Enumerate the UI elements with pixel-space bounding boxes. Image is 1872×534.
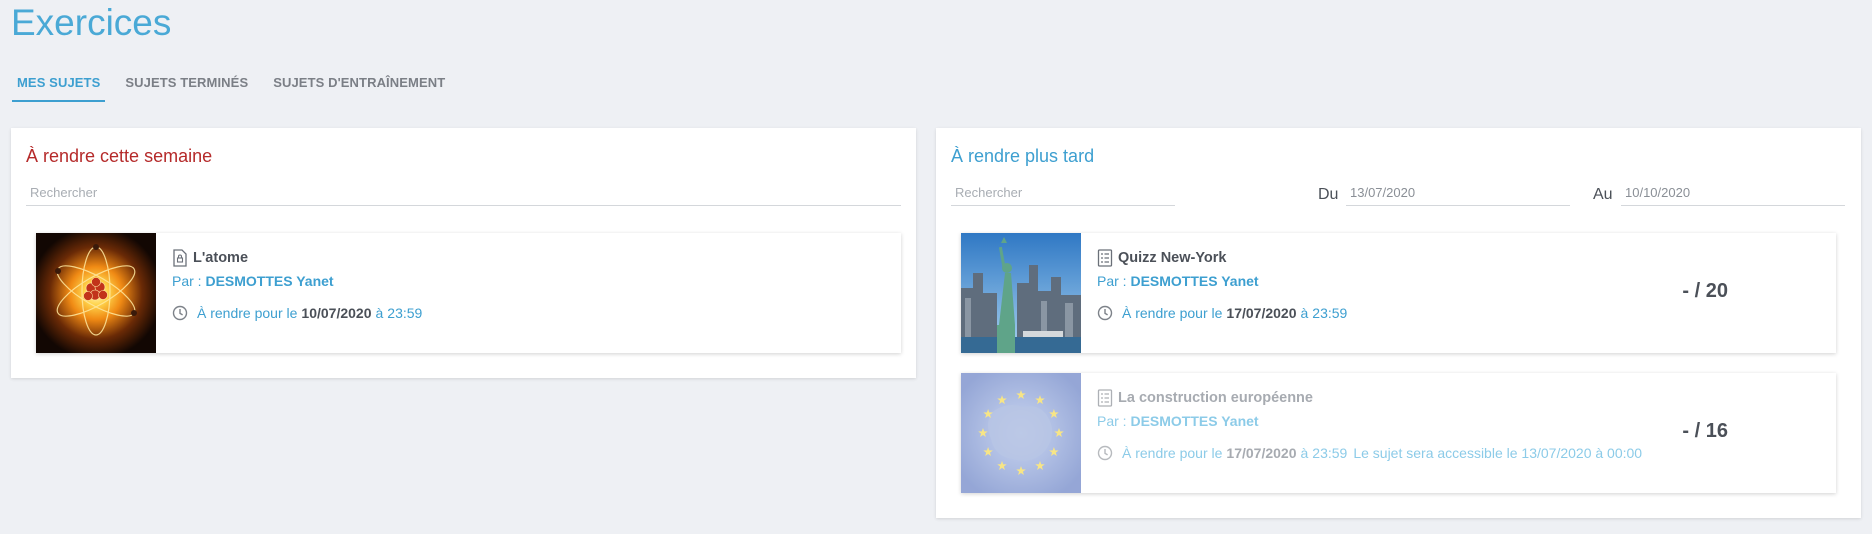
availability-note: Le sujet sera accessible le 13/07/2020 à…: [1353, 445, 1643, 461]
assignment-due-row: À rendre pour le 10/07/2020 à 23:59: [172, 305, 422, 321]
tab-mes-sujets[interactable]: MES SUJETS: [12, 72, 106, 102]
locked-document-icon: [173, 249, 187, 267]
search-input-later[interactable]: [951, 184, 1175, 206]
from-date-label: Du: [1318, 186, 1339, 203]
due-date: 17/07/2020: [1226, 305, 1297, 321]
due-time: 23:59: [387, 305, 423, 321]
list-document-icon: [1097, 389, 1113, 407]
clock-icon: [172, 305, 188, 321]
list-document-icon: [1097, 249, 1113, 267]
assignment-author: DESMOTTES Yanet: [1130, 413, 1259, 429]
tab-bar: MES SUJETS SUJETS TERMINÉS SUJETS D'ENTR…: [12, 72, 465, 102]
due-date: 17/07/2020: [1226, 445, 1297, 461]
due-time: 23:59: [1312, 445, 1348, 461]
assignment-title: Quizz New-York: [1118, 250, 1227, 266]
score: - / 20: [1682, 280, 1728, 302]
panel-title-this-week: À rendre cette semaine: [26, 146, 213, 166]
due-date: 10/07/2020: [301, 305, 372, 321]
assignment-author-row: Par : DESMOTTES Yanet: [1097, 413, 1259, 429]
page-title: Exercices: [11, 2, 172, 43]
assignment-card[interactable]: L'atome Par : DESMOTTES Yanet À rendre p…: [36, 233, 901, 353]
from-date-input[interactable]: [1346, 184, 1570, 206]
europe-flag-image: [961, 373, 1081, 493]
assignment-author: DESMOTTES Yanet: [1130, 273, 1259, 289]
assignment-card[interactable]: Quizz New-York Par : DESMOTTES Yanet À r…: [961, 233, 1836, 353]
assignment-card[interactable]: La construction européenne Par : DESMOTT…: [961, 373, 1836, 493]
panel-title-later: À rendre plus tard: [951, 146, 1095, 166]
score: - / 16: [1682, 420, 1728, 442]
assignment-due-row: À rendre pour le 17/07/2020 à 23:59 Le s…: [1097, 445, 1642, 461]
assignment-title: L'atome: [193, 250, 249, 266]
to-date-label: Au: [1593, 186, 1613, 203]
to-date-input[interactable]: [1621, 184, 1845, 206]
clock-icon: [1097, 305, 1113, 321]
assignment-title: La construction européenne: [1118, 390, 1313, 406]
atom-image: [36, 233, 156, 353]
panel-this-week: À rendre cette semaine Rechercher L'atom…: [11, 128, 916, 378]
assignment-due-row: À rendre pour le 17/07/2020 à 23:59: [1097, 305, 1347, 321]
assignment-author: DESMOTTES Yanet: [205, 273, 334, 289]
due-time: 23:59: [1312, 305, 1348, 321]
clock-icon: [1097, 445, 1113, 461]
panel-later: À rendre plus tard Du Au: [936, 128, 1861, 518]
new-york-image: [961, 233, 1081, 353]
assignment-author-row: Par : DESMOTTES Yanet: [172, 273, 334, 289]
search-input-this-week[interactable]: [26, 184, 901, 206]
tab-sujets-termines[interactable]: SUJETS TERMINÉS: [120, 72, 253, 102]
assignment-author-row: Par : DESMOTTES Yanet: [1097, 273, 1259, 289]
tab-sujets-entrainement[interactable]: SUJETS D'ENTRAÎNEMENT: [268, 72, 450, 102]
